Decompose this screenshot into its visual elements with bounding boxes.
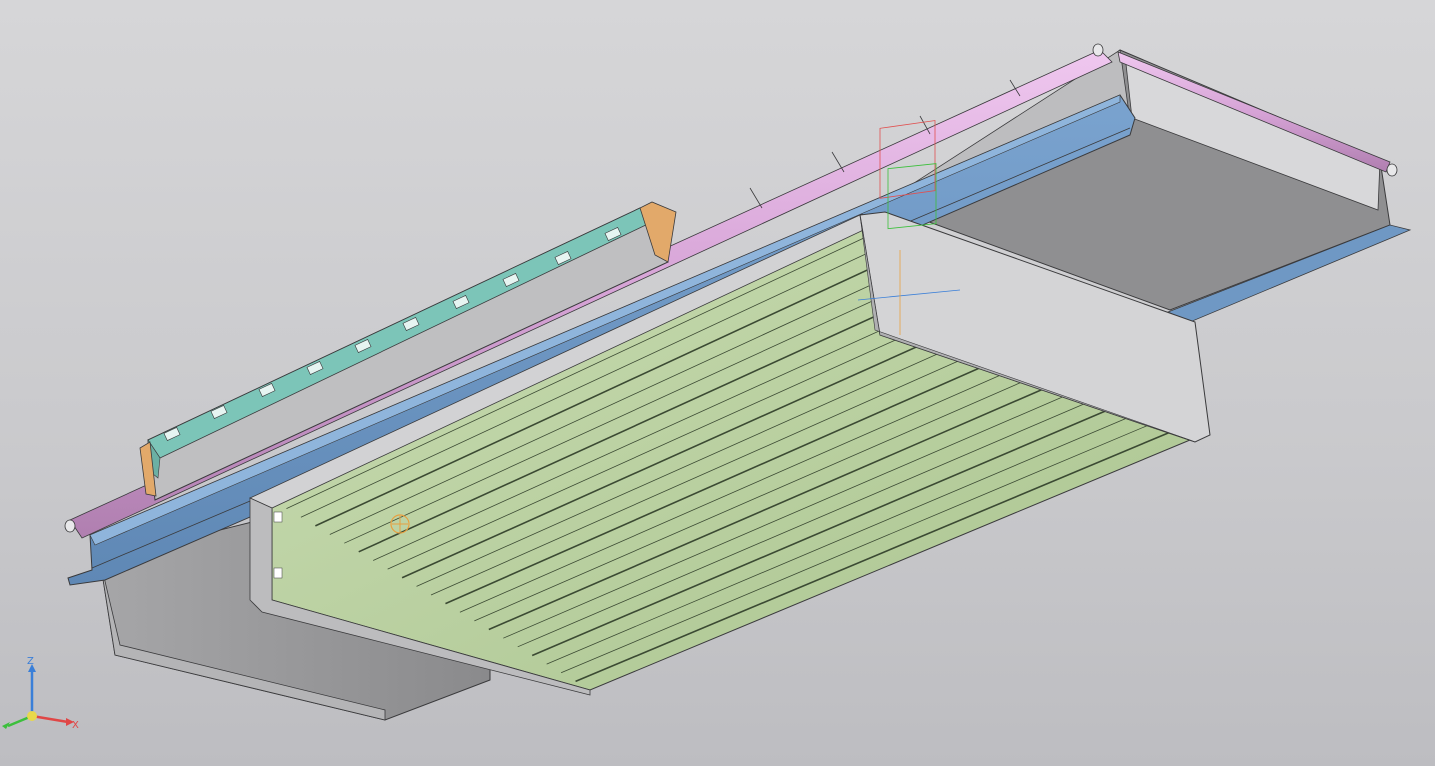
axis-triad: Z X Y (2, 656, 79, 731)
3d-viewport[interactable]: Z X Y (0, 0, 1435, 766)
z-axis-label: Z (27, 656, 34, 667)
model-scene[interactable] (0, 0, 1435, 766)
x-axis-label: X (72, 720, 79, 731)
origin-marker-icon (390, 514, 410, 534)
